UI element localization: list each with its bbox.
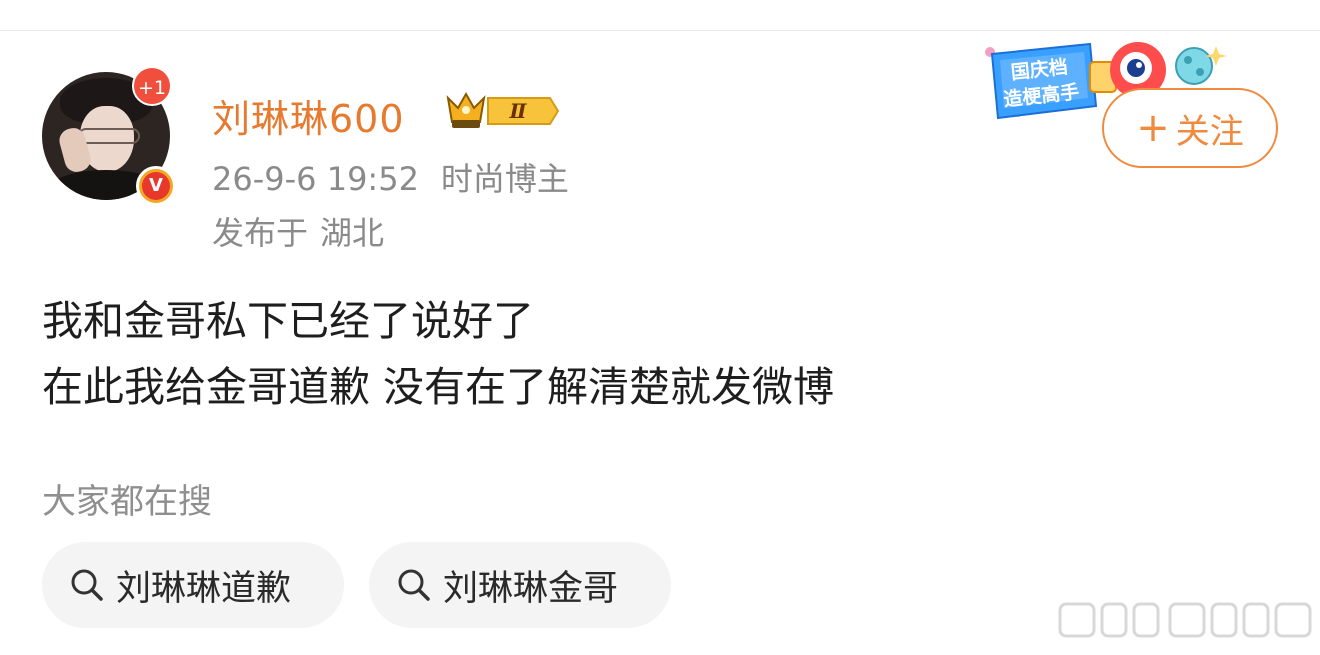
trending-chip-label: 刘琳琳道歉: [116, 568, 292, 609]
post-location: 发布于 湖北: [212, 208, 384, 254]
watermark-icon: [1058, 602, 1312, 638]
location-prefix: 发布于: [212, 214, 309, 252]
notification-count-badge: +1: [132, 66, 172, 106]
post-meta: 26-9-6 19:52 时尚博主: [212, 154, 569, 200]
post-line-2: 在此我给金哥道歉 没有在了解清楚就发微博: [42, 363, 835, 411]
verified-mark: V: [142, 172, 170, 200]
follow-label: 关注: [1175, 111, 1244, 152]
level-text: Ⅱ: [509, 99, 528, 123]
author-avatar[interactable]: +1 V: [42, 66, 176, 206]
trending-chip-label: 刘琳琳金哥: [443, 568, 619, 609]
trending-chip[interactable]: 刘琳琳道歉: [42, 542, 344, 628]
verified-icon: V: [136, 166, 176, 206]
location-name: 湖北: [320, 214, 385, 252]
post-line-1: 我和金哥私下已经了说好了: [42, 297, 534, 345]
search-icon: [71, 569, 103, 601]
top-divider: [0, 30, 1320, 31]
post-timestamp: 26-9-6 19:52: [212, 160, 419, 198]
follow-button[interactable]: + 关注: [1102, 88, 1278, 168]
crown-level-icon[interactable]: Ⅱ: [442, 88, 562, 134]
plus-icon: +: [1136, 105, 1170, 151]
author-name[interactable]: 刘琳琳600: [212, 88, 405, 143]
post-content: 我和金哥私下已经了说好了 在此我给金哥道歉 没有在了解清楚就发微博: [42, 288, 834, 420]
trending-chip[interactable]: 刘琳琳金哥: [369, 542, 671, 628]
author-category: 时尚博主: [440, 160, 569, 198]
trending-heading: 大家都在搜: [42, 482, 212, 522]
search-icon: [398, 569, 430, 601]
